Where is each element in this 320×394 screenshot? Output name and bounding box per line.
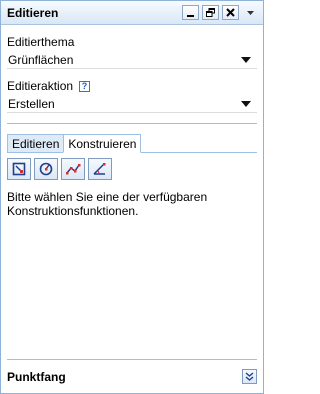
snapping-title: Punktfang: [7, 369, 66, 384]
restore-icon: [206, 8, 215, 17]
edit-theme-value: Grünflächen: [8, 52, 74, 67]
tab-konstruieren[interactable]: Konstruieren: [63, 134, 142, 153]
edit-action-label-row: Editieraktion ?: [7, 79, 257, 93]
editing-panel: Editieren Editierthema Grünflächen Editi…: [0, 0, 264, 394]
instruction-text: Bitte wählen Sie eine der verfügbaren Ko…: [7, 190, 208, 218]
construct-rectangle-icon: [12, 162, 26, 176]
minimize-icon: [187, 15, 194, 17]
chevron-down-icon: [241, 100, 251, 107]
construct-line-icon: [66, 164, 81, 175]
chevron-down-icon: [241, 56, 251, 63]
expand-button[interactable]: [242, 369, 257, 384]
construct-angle-button[interactable]: [88, 158, 112, 180]
edit-action-value: Erstellen: [8, 96, 55, 111]
construct-line-button[interactable]: [61, 158, 85, 180]
edit-theme-select[interactable]: Grünflächen: [7, 51, 257, 69]
panel-title: Editieren: [7, 5, 59, 20]
close-button[interactable]: [222, 5, 239, 20]
edit-theme-label: Editierthema: [7, 35, 75, 49]
tab-bar: Editieren Konstruieren: [7, 134, 257, 153]
construct-angle-icon: [93, 163, 106, 175]
snapping-section-header[interactable]: Punktfang: [7, 359, 257, 384]
panel-titlebar: Editieren: [1, 1, 263, 25]
double-chevron-down-icon: [245, 372, 254, 381]
minimize-button[interactable]: [182, 5, 199, 20]
panel-menu-button[interactable]: [243, 5, 257, 20]
dropdown-icon: [246, 10, 254, 15]
edit-action-select[interactable]: Erstellen: [7, 95, 257, 113]
construct-circle-button[interactable]: [34, 158, 58, 180]
help-icon[interactable]: ?: [79, 80, 91, 92]
edit-action-label: Editieraktion: [7, 79, 74, 93]
construct-circle-icon: [39, 162, 53, 176]
restore-button[interactable]: [202, 5, 219, 20]
divider: [7, 123, 257, 124]
construction-toolbar: [7, 158, 257, 180]
close-icon: [226, 8, 235, 17]
tab-editieren[interactable]: Editieren: [7, 134, 65, 153]
construct-rectangle-button[interactable]: [7, 158, 31, 180]
